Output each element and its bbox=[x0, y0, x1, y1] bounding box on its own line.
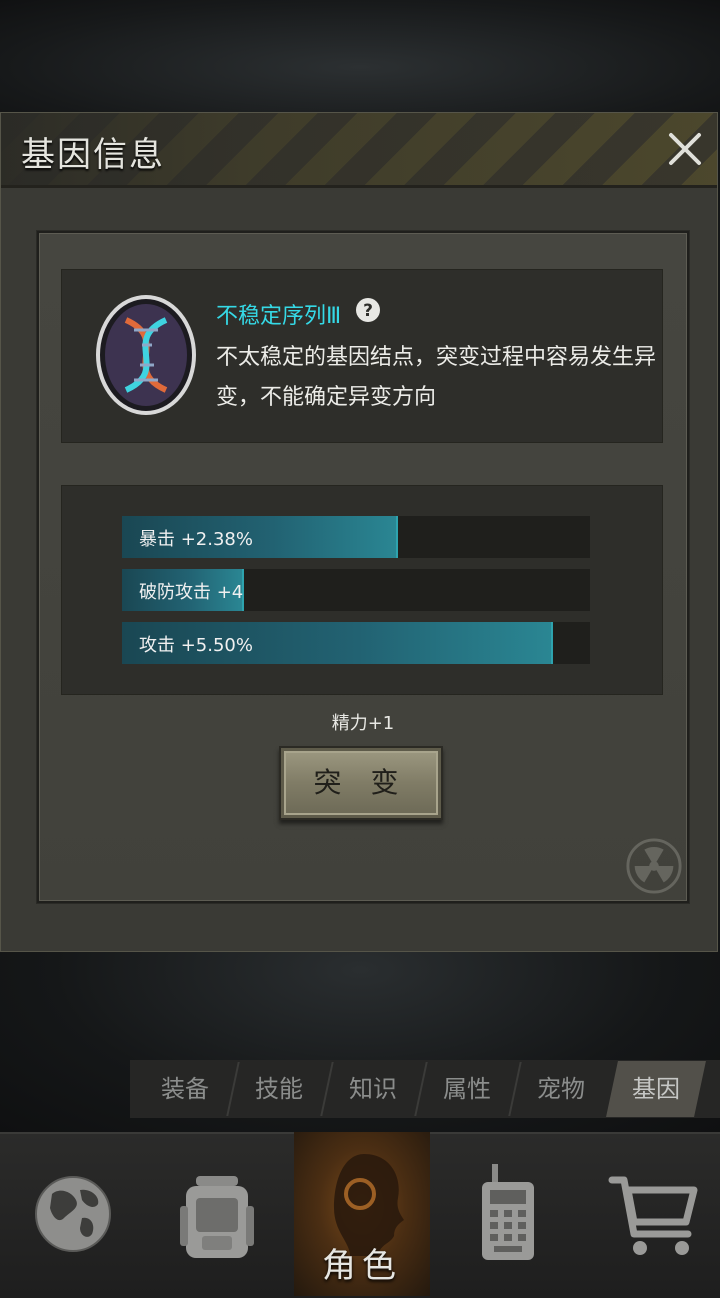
walkie-talkie-icon[interactable] bbox=[470, 1132, 546, 1296]
popup-title: 基因信息 bbox=[21, 135, 165, 175]
tab-genes[interactable]: 基因 bbox=[606, 1061, 706, 1117]
radiation-icon bbox=[626, 838, 682, 894]
close-icon[interactable] bbox=[667, 131, 703, 167]
tab-genes-label: 基因 bbox=[632, 1075, 680, 1103]
stat-bar-attack: 攻击 +5.50% bbox=[122, 622, 590, 664]
stat-label: 破防攻击 +4 bbox=[139, 582, 244, 603]
svg-text:?: ? bbox=[363, 301, 373, 321]
backpack-icon[interactable] bbox=[174, 1132, 260, 1296]
tab-knowledge[interactable]: 知识 bbox=[328, 1061, 418, 1117]
tab-skills[interactable]: 技能 bbox=[234, 1061, 324, 1117]
tab-attributes[interactable]: 属性 bbox=[422, 1061, 512, 1117]
stat-bar-armor-break: 破防攻击 +4 bbox=[122, 569, 590, 611]
nav-character-label: 角色 bbox=[322, 1246, 402, 1286]
help-icon[interactable]: ? bbox=[355, 297, 381, 323]
gene-info-box: 不稳定序列Ⅲ ? 不太稳定的基因结点，突变过程中容易发生异变，不能确定异变方向 bbox=[61, 269, 663, 443]
shopping-cart-icon[interactable] bbox=[606, 1132, 702, 1296]
mutate-button[interactable]: 突 变 bbox=[279, 746, 443, 820]
gene-name: 不稳定序列Ⅲ bbox=[216, 304, 342, 329]
dna-gene-icon bbox=[96, 295, 196, 415]
stat-bar-crit: 暴击 +2.38% bbox=[122, 516, 590, 558]
gene-stats-box: 暴击 +2.38% 破防攻击 +4 攻击 +5.50% bbox=[61, 485, 663, 695]
stat-label: 暴击 +2.38% bbox=[139, 529, 253, 550]
globe-icon[interactable] bbox=[30, 1132, 116, 1296]
background-top bbox=[0, 0, 720, 112]
gene-description: 不太稳定的基因结点，突变过程中容易发生异变，不能确定异变方向 bbox=[216, 345, 657, 410]
gene-info-popup: 基因信息 不稳定序列Ⅲ ? 不太稳定的基因结点，突变过程中容易发生异变，不能确定… bbox=[0, 112, 718, 952]
stat-label: 攻击 +5.50% bbox=[139, 635, 253, 656]
gene-detail-panel: 不稳定序列Ⅲ ? 不太稳定的基因结点，突变过程中容易发生异变，不能确定异变方向 … bbox=[37, 231, 689, 903]
energy-cost: 精力+1 bbox=[331, 713, 395, 734]
tab-pets[interactable]: 宠物 bbox=[516, 1061, 606, 1117]
tab-equipment[interactable]: 装备 bbox=[140, 1061, 230, 1117]
